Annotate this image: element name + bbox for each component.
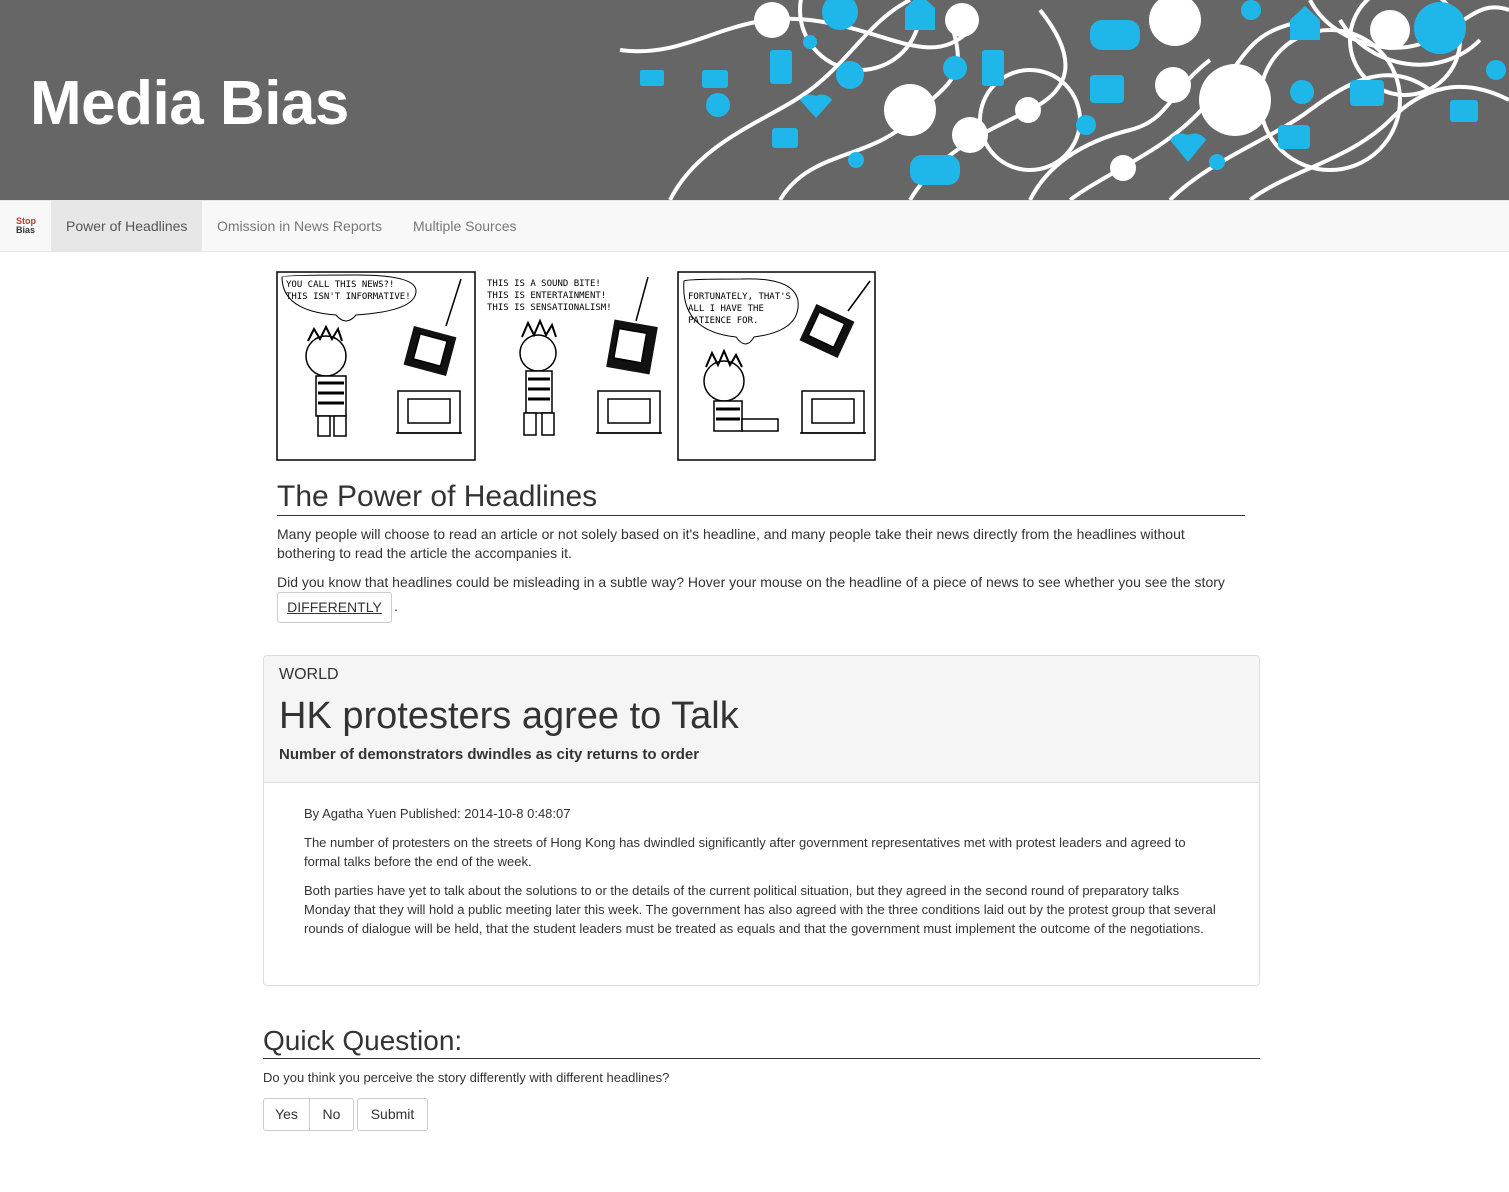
nav-multiple-sources[interactable]: Multiple Sources [398,201,532,252]
news-paragraph: Both parties have yet to talk about the … [304,883,1216,936]
site-title: Media Bias [30,69,349,138]
main-navbar: Stop Bias Power of Headlines Omission in… [0,200,1509,252]
comic-speech-3a: FORTUNATELY, THAT'S [688,292,791,302]
news-subheadline: Number of demonstrators dwindles as city… [279,746,700,763]
hover-instruction-paragraph: Did you know that headlines could be mis… [277,574,1225,590]
intro-paragraph: Many people will choose to read an artic… [277,526,1185,561]
news-byline: By Agatha Yuen Published: 2014-10-8 0:48… [304,806,571,821]
stop-bias-logo[interactable]: Stop Bias [10,213,44,241]
comic-speech-1b: THIS ISN'T INFORMATIVE! [286,292,411,302]
sentence-period: . [394,598,398,614]
comic-speech-3c: PATIENCE FOR. [688,316,758,326]
quick-question-text: Do you think you perceive the story diff… [263,1070,670,1085]
calvin-comic-strip: YOU CALL THIS NEWS?! THIS ISN'T INFORMAT… [276,271,876,461]
news-category: WORLD [279,666,339,683]
no-button[interactable]: No [309,1098,354,1131]
news-article-panel: WORLD HK protesters agree to Talk Number… [263,655,1260,986]
differently-button[interactable]: DIFFERENTLY [277,592,392,623]
quick-question-heading: Quick Question: [263,1025,1260,1059]
news-paragraph: The number of protesters on the streets … [304,835,1186,869]
comic-speech-2b: THIS IS ENTERTAINMENT! [487,291,606,301]
comic-speech-2a: THIS IS A SOUND BITE! [487,279,601,289]
power-of-headlines-heading: The Power of Headlines [277,480,1245,516]
news-article-header: WORLD HK protesters agree to Talk Number… [264,656,1259,783]
comic-speech-2c: THIS IS SENSATIONALISM! [487,303,612,313]
social-network-illustration [619,0,1509,200]
logo-line-2: Bias [16,225,36,235]
yes-button[interactable]: Yes [263,1098,310,1131]
comic-speech-3b: ALL I HAVE THE [688,304,764,314]
comic-speech-1a: YOU CALL THIS NEWS?! [286,280,394,290]
news-article-body: By Agatha Yuen Published: 2014-10-8 0:48… [304,804,1224,948]
nav-omission-in-news-reports[interactable]: Omission in News Reports [202,201,397,252]
nav-power-of-headlines[interactable]: Power of Headlines [51,201,203,252]
header-banner: Media Bias [0,0,1509,200]
news-headline[interactable]: HK protesters agree to Talk [279,694,739,738]
submit-button[interactable]: Submit [357,1098,428,1131]
